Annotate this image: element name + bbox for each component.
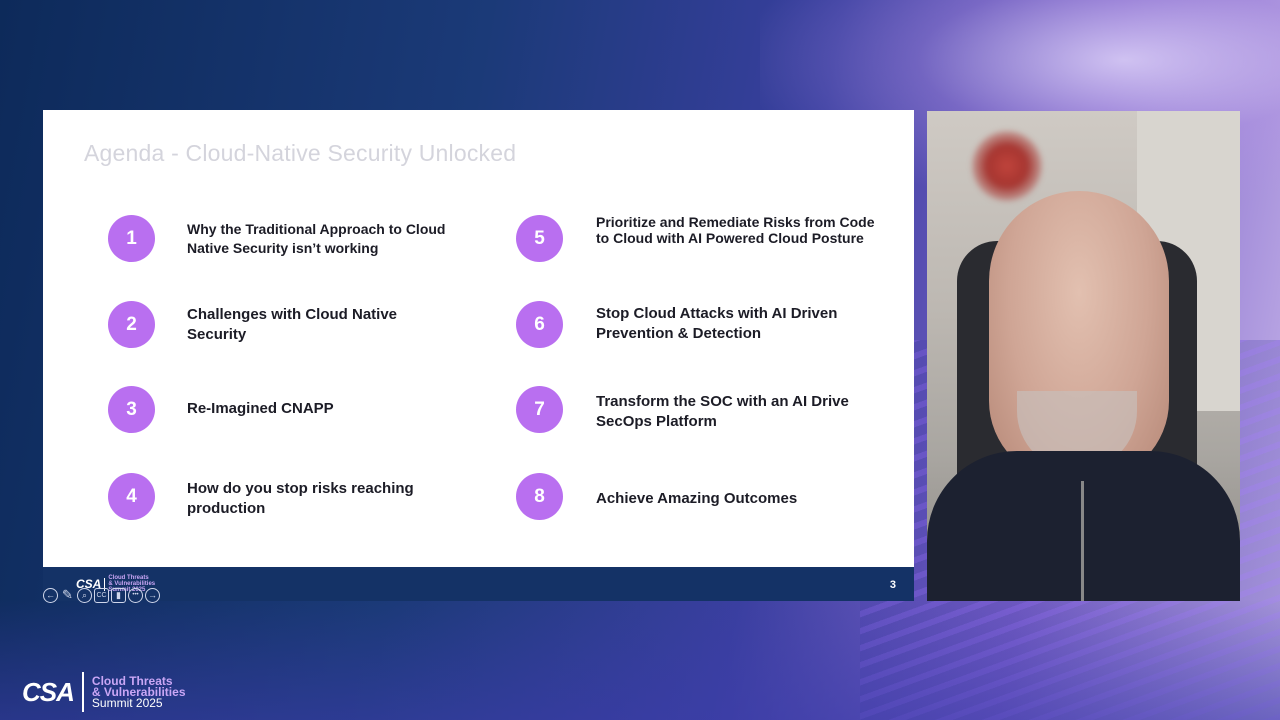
pen-icon[interactable]: ✎ (60, 587, 75, 603)
event-logo-csa: CSA (22, 676, 75, 707)
agenda-item-text: Stop Cloud Attacks with AI Driven Preven… (596, 305, 838, 342)
slide-title: Agenda - Cloud-Native Security Unlocked (84, 140, 517, 166)
agenda-item-text: Transform the SOC with an AI Drive SecOp… (596, 393, 849, 430)
slide: Agenda - Cloud-Native Security Unlocked … (43, 110, 914, 567)
agenda-item-text: How do you stop risks reaching productio… (187, 480, 414, 517)
zoom-icon[interactable]: ⌕ (77, 587, 92, 603)
event-logo-text: Cloud Threats & Vulnerabilities Summit 2… (91, 675, 186, 710)
camera-icon[interactable]: ▮ (111, 587, 126, 603)
slide-footer: 3 (43, 567, 914, 601)
cc-icon[interactable]: CC (94, 587, 109, 603)
number-badge: 6 (516, 301, 563, 348)
page-number: 3 (889, 579, 896, 591)
background-bottom (0, 600, 1280, 720)
video-red-object (972, 131, 1042, 201)
number-badge: 5 (516, 215, 563, 262)
number-badge: 4 (108, 473, 155, 520)
back-icon[interactable]: ← (43, 587, 58, 603)
event-logo-line3: Summit 2025 (91, 695, 163, 710)
event-logo: CSA Cloud Threats & Vulnerabilities Summ… (22, 672, 186, 712)
agenda-item-text: Challenges with Cloud Native Security (187, 306, 398, 343)
more-icon[interactable]: ••• (128, 587, 143, 603)
event-logo-divider (81, 672, 84, 712)
agenda-item-text: Prioritize and Remediate Risks from Code… (596, 214, 875, 246)
agenda-item-text: Achieve Amazing Outcomes (596, 490, 798, 507)
presentation-controls: ← ✎ ⌕ CC ▮ ••• → (43, 586, 160, 604)
number-badge: 1 (108, 215, 155, 262)
number-badge: 3 (108, 386, 155, 433)
number-badge: 7 (516, 386, 563, 433)
speaker-video (927, 111, 1240, 601)
forward-icon[interactable]: → (145, 587, 160, 603)
number-badge: 8 (516, 473, 563, 520)
speaker-zipper (1081, 481, 1084, 601)
agenda-item-text: Why the Traditional Approach to Cloud Na… (187, 221, 446, 256)
number-badge: 2 (108, 301, 155, 348)
agenda-item-text: Re-Imagined CNAPP (187, 400, 334, 417)
